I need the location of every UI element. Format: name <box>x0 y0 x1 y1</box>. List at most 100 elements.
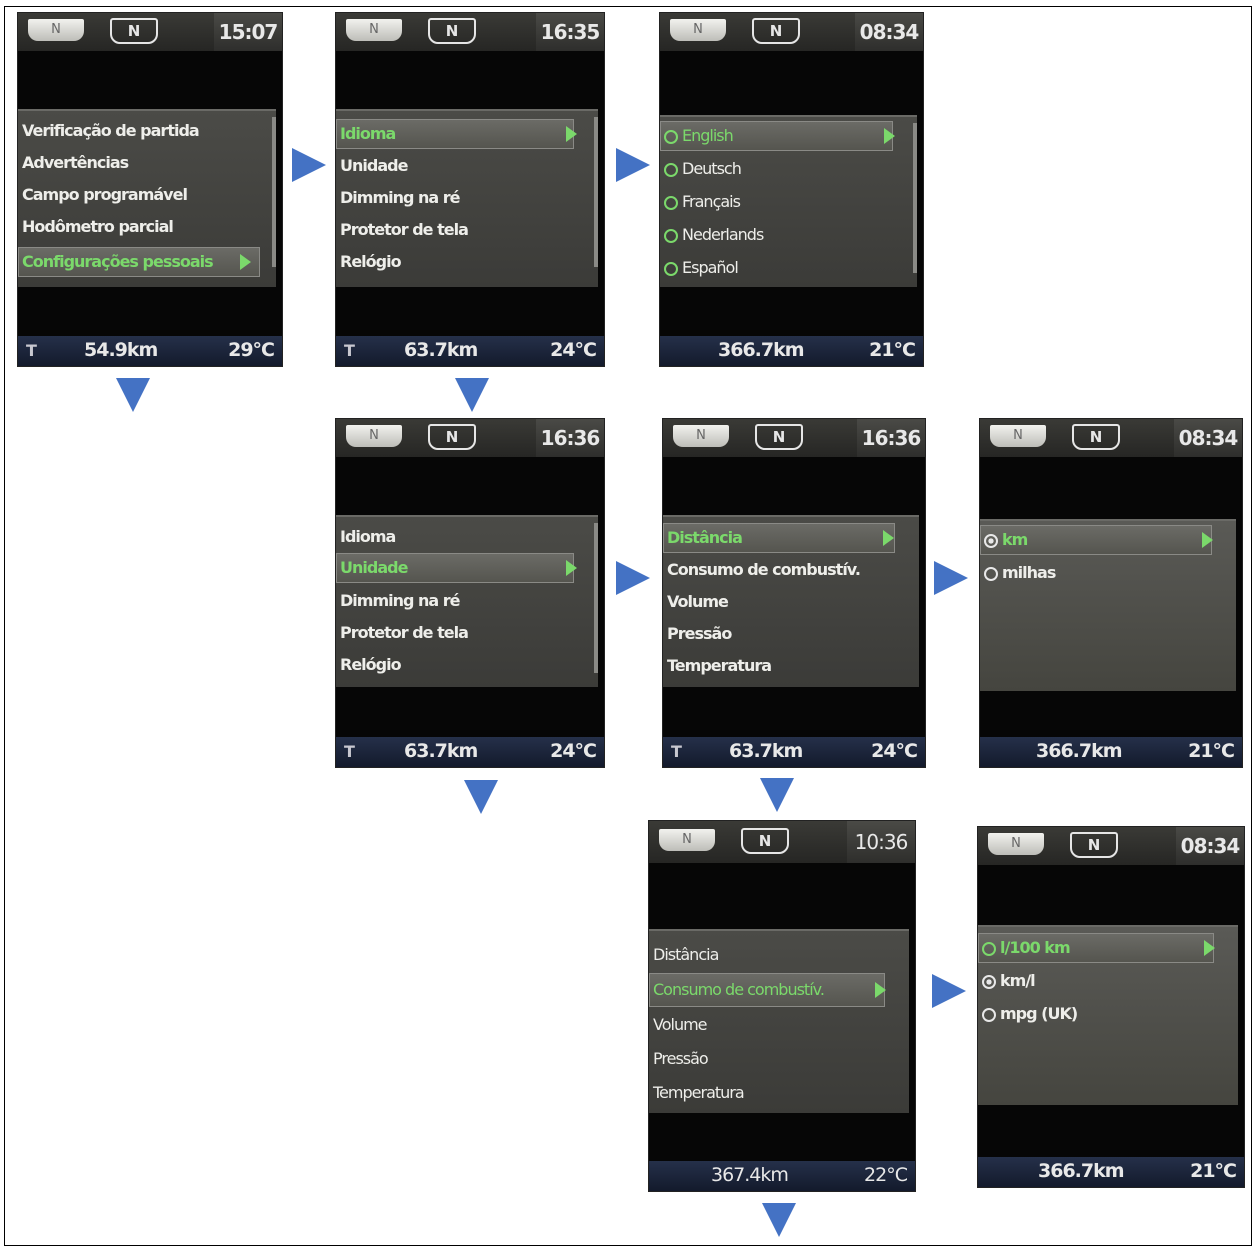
menu-item-selected[interactable]: Configurações pessoais <box>22 252 214 271</box>
menu-item[interactable]: Temperatura <box>667 656 772 675</box>
temperature: 29°C <box>228 339 275 361</box>
odometer: 366.7km <box>718 339 805 361</box>
submenu-arrow-icon <box>240 254 251 270</box>
temperature: 24°C <box>550 740 597 762</box>
menu-panel: Distância Consumo de combustív. Volume P… <box>649 929 909 1113</box>
menu-item[interactable]: Relógio <box>340 252 402 271</box>
bottom-bar: 367.4km 22°C <box>649 1161 915 1191</box>
menu-item-selected[interactable]: Distância <box>667 528 743 547</box>
radio-icon[interactable] <box>664 262 678 276</box>
radio-selected-icon[interactable] <box>982 975 996 989</box>
trip-label: T <box>344 742 355 761</box>
menu-panel: Idioma Unidade Dimming na ré Protetor de… <box>336 109 598 287</box>
menu-item[interactable]: Volume <box>653 1015 708 1034</box>
left-indicator-icon: N <box>988 833 1044 855</box>
unit-option[interactable]: mpg (UK) <box>982 1004 1078 1023</box>
neutral-gear-icon: N <box>1070 832 1118 858</box>
menu-item[interactable]: Idioma <box>340 527 396 546</box>
language-option[interactable]: Nederlands <box>664 225 764 244</box>
left-indicator-icon: N <box>28 19 84 41</box>
odometer: 367.4km <box>711 1164 789 1186</box>
unit-option-selected[interactable]: l/100 km <box>982 938 1071 957</box>
bottom-bar: T 63.7km 24°C <box>663 737 925 767</box>
scrollbar[interactable] <box>913 123 917 273</box>
radio-selected-icon[interactable] <box>984 534 998 548</box>
menu-item[interactable]: Consumo de combustív. <box>667 560 861 579</box>
bottom-bar: 366.7km 21°C <box>660 336 923 366</box>
clock: 16:36 <box>536 419 604 457</box>
submenu-arrow-icon <box>883 530 894 546</box>
left-indicator-icon: N <box>990 425 1046 447</box>
neutral-gear-icon: N <box>428 18 476 44</box>
flow-arrow-down-icon <box>762 1203 796 1237</box>
flow-arrow-right-icon <box>616 148 650 182</box>
flow-arrow-down-icon <box>455 378 489 412</box>
odometer: 63.7km <box>404 339 478 361</box>
menu-item[interactable]: Dimming na ré <box>340 591 461 610</box>
menu-item[interactable]: Temperatura <box>653 1083 745 1102</box>
temperature: 21°C <box>869 339 916 361</box>
unit-option-selected[interactable]: km <box>984 530 1028 549</box>
submenu-arrow-icon <box>875 982 886 998</box>
top-bar: N N 16:35 <box>336 13 604 51</box>
flow-arrow-right-icon <box>934 561 968 595</box>
temperature: 21°C <box>1188 740 1235 762</box>
language-option[interactable]: Deutsch <box>664 159 742 178</box>
clock: 16:36 <box>857 419 925 457</box>
menu-panel: km milhas <box>980 519 1236 691</box>
language-option[interactable]: Español <box>664 258 739 277</box>
radio-icon[interactable] <box>984 567 998 581</box>
radio-icon[interactable] <box>982 1008 996 1022</box>
scrollbar[interactable] <box>594 523 598 673</box>
odometer: 366.7km <box>1038 1160 1125 1182</box>
flow-arrow-right-icon <box>292 148 326 182</box>
scrollbar[interactable] <box>594 117 598 267</box>
radio-icon[interactable] <box>664 196 678 210</box>
language-option[interactable]: Français <box>664 192 741 211</box>
odometer: 63.7km <box>404 740 478 762</box>
radio-icon[interactable] <box>664 163 678 177</box>
top-bar: N N 08:34 <box>978 827 1244 865</box>
language-option-selected[interactable]: English <box>664 126 734 145</box>
menu-panel: Verificação de partida Advertências Camp… <box>18 109 276 287</box>
unit-option[interactable]: milhas <box>984 563 1056 582</box>
bottom-bar: T 54.9km 29°C <box>18 336 282 366</box>
radio-icon[interactable] <box>664 130 678 144</box>
menu-item[interactable]: Advertências <box>22 153 129 172</box>
bottom-bar: T 63.7km 24°C <box>336 336 604 366</box>
menu-item[interactable]: Hodômetro parcial <box>22 217 174 236</box>
neutral-gear-icon: N <box>755 424 803 450</box>
top-bar: N N 08:34 <box>980 419 1242 457</box>
menu-item[interactable]: Protetor de tela <box>340 220 469 239</box>
menu-item[interactable]: Pressão <box>667 624 732 643</box>
left-indicator-icon: N <box>673 425 729 447</box>
menu-item[interactable]: Verificação de partida <box>22 121 200 140</box>
left-indicator-icon: N <box>659 829 715 851</box>
scrollbar[interactable] <box>272 117 276 267</box>
temperature: 21°C <box>1190 1160 1237 1182</box>
submenu-arrow-icon <box>566 560 577 576</box>
submenu-arrow-icon <box>1202 532 1213 548</box>
odometer: 366.7km <box>1036 740 1123 762</box>
menu-item-selected[interactable]: Unidade <box>340 558 408 577</box>
top-bar: N N 08:34 <box>660 13 923 51</box>
menu-item-selected[interactable]: Idioma <box>340 124 396 143</box>
menu-item[interactable]: Pressão <box>653 1049 709 1068</box>
neutral-gear-icon: N <box>1072 424 1120 450</box>
screen-main-menu: N N 15:07 Verificação de partida Advertê… <box>17 12 283 367</box>
flow-arrow-down-icon <box>760 778 794 812</box>
radio-icon[interactable] <box>982 942 996 956</box>
menu-item[interactable]: Campo programável <box>22 185 188 204</box>
menu-item[interactable]: Volume <box>667 592 729 611</box>
clock: 16:35 <box>536 13 604 51</box>
radio-icon[interactable] <box>664 229 678 243</box>
unit-option[interactable]: km/l <box>982 971 1036 990</box>
menu-item-selected[interactable]: Consumo de combustív. <box>653 980 825 999</box>
menu-item[interactable]: Protetor de tela <box>340 623 469 642</box>
menu-item[interactable]: Distância <box>653 945 719 964</box>
menu-panel: English Deutsch Français Nederlands Espa… <box>660 115 917 287</box>
menu-item[interactable]: Dimming na ré <box>340 188 461 207</box>
menu-item[interactable]: Unidade <box>340 156 408 175</box>
menu-item[interactable]: Relógio <box>340 655 402 674</box>
left-indicator-icon: N <box>346 425 402 447</box>
